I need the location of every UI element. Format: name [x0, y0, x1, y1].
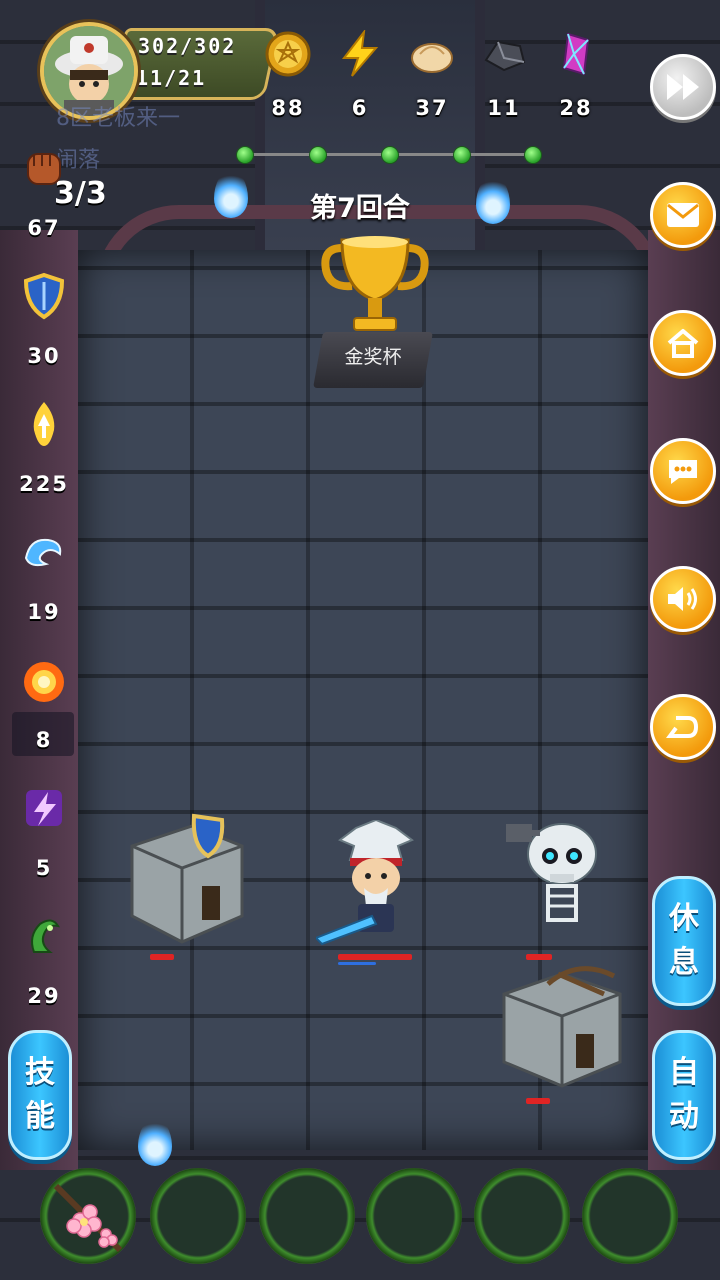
poison-value: 29: [27, 984, 61, 1008]
stat-poison: 29: [12, 912, 76, 1008]
chat-button[interactable]: [650, 438, 716, 504]
skill-slot-2[interactable]: [150, 1168, 246, 1264]
poison-green-icon: [31, 919, 61, 953]
auto-button[interactable]: 自 动: [652, 1030, 716, 1160]
round-progress-dot: [453, 146, 471, 164]
stat-fire: 8: [12, 656, 76, 752]
tower-hp-bar: [150, 954, 174, 960]
skeleton-enemy[interactable]: [506, 816, 616, 946]
guild-name-line: 8区老板来一: [56, 106, 180, 131]
player-level-progress: 11/21: [136, 66, 207, 90]
cherry-blossom-branch-icon: [53, 1183, 123, 1253]
round-label: 第7回合: [310, 193, 410, 224]
trophy-label: 金奖杯: [344, 346, 402, 368]
crystal-gem-icon: [562, 32, 590, 76]
back-button[interactable]: [650, 694, 716, 760]
auto-button-char: 动: [669, 1099, 699, 1134]
return-arrow-icon: [666, 716, 699, 738]
resource-gem: 28: [544, 30, 608, 120]
game-screen: 302/302 11/21 8区老板来一 闹落 88 6 37 11 28 第7…: [0, 0, 720, 1280]
resource-gold: 88: [256, 30, 320, 120]
resource-food: 37: [400, 30, 464, 120]
rest-button-char: 息: [669, 945, 699, 980]
enemy-tower-hp-bar: [526, 1098, 550, 1104]
round-progress-dot: [381, 146, 399, 164]
lightning-value: 5: [35, 856, 53, 880]
skill-slot-3[interactable]: [259, 1168, 355, 1264]
holy-light-icon: [33, 402, 55, 446]
skill-button[interactable]: 技 能: [8, 1030, 72, 1160]
water-value: 19: [27, 600, 61, 624]
speaker-icon: [668, 587, 697, 611]
stat-holy: 225: [12, 400, 76, 496]
mail-icon: [667, 203, 699, 227]
skill-slot-6[interactable]: [582, 1168, 678, 1264]
energy-count: 6: [351, 96, 369, 120]
food-count: 37: [415, 96, 449, 120]
ally-defense-tower[interactable]: [122, 806, 252, 946]
attack-fist-icon: [27, 153, 61, 185]
iron-ore-icon: [484, 40, 526, 72]
ore-count: 11: [487, 96, 521, 120]
gold-count: 88: [271, 96, 305, 120]
skill-button-char: 能: [25, 1099, 55, 1134]
stat-attack: 67: [12, 144, 76, 240]
gold-coin-icon: [265, 31, 311, 77]
home-icon: [667, 329, 699, 358]
round-progress-dot: [309, 146, 327, 164]
skill-slot-5[interactable]: [474, 1168, 570, 1264]
hero-mp-bar: [338, 962, 376, 965]
water-wave-icon: [24, 538, 62, 567]
lightning-purple-icon: [26, 790, 62, 826]
fast-forward-icon: [667, 74, 699, 100]
round-progress-dot: [236, 146, 254, 164]
player-hp: 302/302: [138, 34, 237, 58]
enemy-crossbow-tower[interactable]: [498, 954, 628, 1090]
home-button[interactable]: [650, 310, 716, 376]
shield-defense-icon: [23, 272, 65, 320]
hero-swordsman[interactable]: [316, 820, 436, 950]
gold-trophy-icon[interactable]: [316, 228, 434, 346]
round-progress-dot: [524, 146, 542, 164]
defense-value: 30: [27, 344, 61, 368]
resource-energy: 6: [328, 28, 392, 120]
stat-lightning: 5: [12, 784, 76, 880]
sound-button[interactable]: [650, 566, 716, 632]
skill-slot-1[interactable]: [40, 1168, 136, 1264]
attack-value: 67: [27, 216, 61, 240]
hero-hp-bar: [338, 954, 412, 960]
mail-button[interactable]: [650, 182, 716, 248]
stat-water: 19: [12, 528, 76, 624]
skill-button-char: 技: [25, 1055, 55, 1090]
rest-button-char: 休: [669, 901, 699, 936]
stat-defense: 30: [12, 272, 76, 368]
auto-button-char: 自: [669, 1055, 699, 1090]
gem-count: 28: [559, 96, 593, 120]
fire-burst-icon: [24, 662, 64, 702]
fire-value: 8: [35, 728, 53, 752]
fast-forward-button[interactable]: [650, 54, 716, 120]
rest-button[interactable]: 休 息: [652, 876, 716, 1006]
bun-food-icon: [411, 43, 453, 73]
lightning-energy-icon: [341, 28, 379, 77]
skill-slot-4[interactable]: [366, 1168, 462, 1264]
resource-ore: 11: [472, 30, 536, 120]
chat-bubble-icon: [669, 460, 697, 484]
holy-value: 225: [19, 472, 69, 496]
